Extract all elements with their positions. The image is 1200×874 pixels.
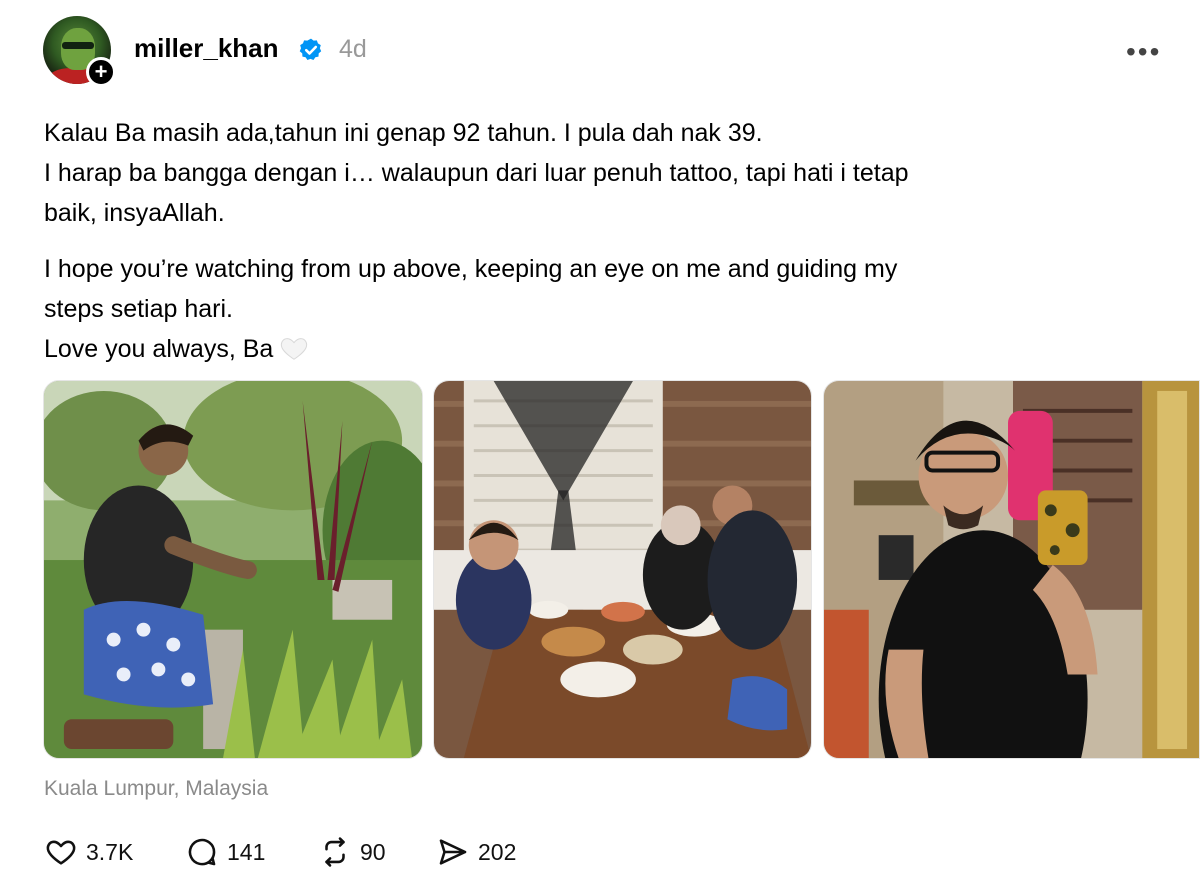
family-dinner-photo bbox=[434, 381, 811, 758]
post-photo-1[interactable] bbox=[43, 380, 423, 759]
verified-badge-icon bbox=[299, 38, 322, 60]
more-options-button[interactable]: ••• bbox=[1126, 36, 1161, 68]
send-icon bbox=[439, 839, 467, 865]
repost-count: 90 bbox=[360, 838, 386, 865]
caption-line: baik, insyaAllah. bbox=[44, 199, 225, 227]
caption-line: I hope you’re watching from up above, ke… bbox=[44, 255, 898, 283]
avatar[interactable]: + bbox=[43, 16, 116, 87]
post-photo-3[interactable] bbox=[823, 380, 1200, 759]
share-button[interactable]: 202 bbox=[436, 836, 516, 868]
repost-icon bbox=[325, 837, 345, 867]
like-count: 3.7K bbox=[86, 838, 134, 865]
post-caption: Kalau Ba masih ada,tahun ini genap 92 ta… bbox=[44, 113, 1144, 369]
caption-line: steps setiap hari. bbox=[44, 295, 233, 323]
comment-button[interactable]: 141 bbox=[185, 836, 265, 868]
post-photo-2[interactable] bbox=[433, 380, 812, 759]
comment-bubble-icon bbox=[188, 838, 216, 866]
thread-post: + miller_khan 4d ••• Kalau Ba masih ada,… bbox=[0, 0, 1200, 874]
caption-line: I harap ba bangga dengan i… walaupun dar… bbox=[44, 159, 909, 187]
caption-line: Kalau Ba masih ada,tahun ini genap 92 ta… bbox=[44, 119, 763, 147]
follow-plus-icon[interactable]: + bbox=[86, 57, 116, 87]
caption-text: Love you always, Ba bbox=[44, 335, 274, 363]
heart-icon bbox=[46, 840, 76, 865]
post-location[interactable]: Kuala Lumpur, Malaysia bbox=[44, 777, 268, 801]
like-button[interactable]: 3.7K bbox=[44, 836, 133, 868]
username[interactable]: miller_khan bbox=[134, 33, 279, 64]
cemetery-photo bbox=[44, 381, 422, 758]
white-heart-emoji-icon bbox=[281, 338, 308, 360]
comment-count: 141 bbox=[227, 838, 266, 865]
post-timestamp: 4d bbox=[339, 35, 367, 63]
share-count: 202 bbox=[478, 838, 517, 865]
mirror-selfie-photo bbox=[824, 381, 1199, 758]
repost-button[interactable]: 90 bbox=[318, 836, 386, 868]
caption-line-last: Love you always, Ba bbox=[44, 329, 1144, 369]
